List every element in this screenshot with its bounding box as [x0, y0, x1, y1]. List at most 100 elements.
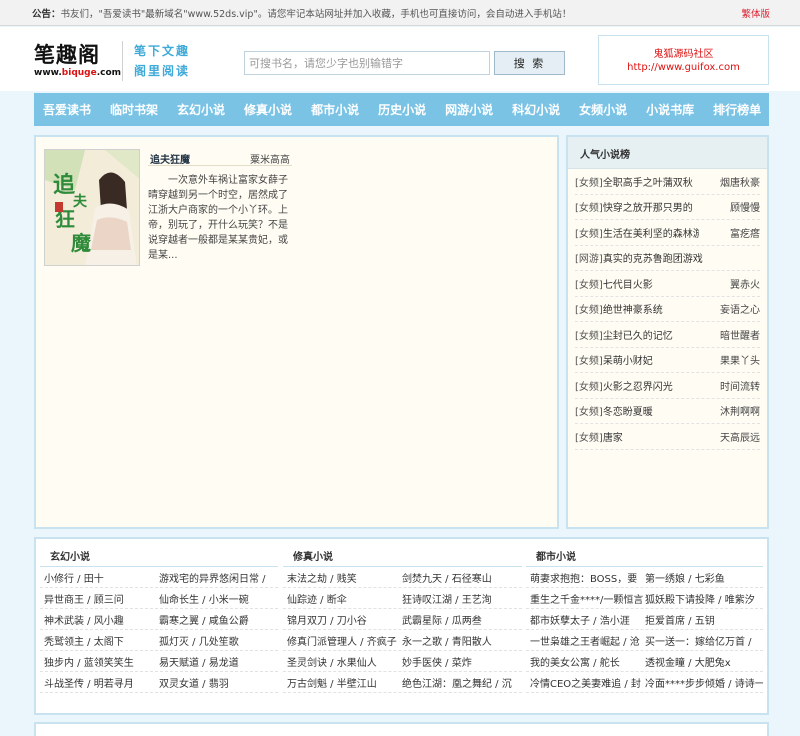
novel-link[interactable]: 独步内 / 蓝领笑笑生	[44, 654, 159, 669]
novel-link[interactable]: 仙踪迹 / 断伞	[287, 591, 402, 606]
novel-link[interactable]: 游戏宅的异界悠闲日常 /	[159, 570, 277, 585]
nav-item-female[interactable]: 女频小说	[579, 101, 627, 118]
novel-title-link[interactable]: 生活在美利坚的森林游侠	[603, 225, 699, 240]
nav-item-urban[interactable]: 都市小说	[311, 101, 359, 118]
novel-link[interactable]: 永一之歌 / 青阳散人	[402, 633, 520, 648]
novel-link[interactable]: 秃鹫领主 / 太阁下	[44, 633, 159, 648]
novel-link[interactable]: 神术武装 / 风小趣	[44, 612, 159, 627]
slogan-line: 阁里阅读	[134, 64, 191, 78]
category-column-urban: 都市小说 萌妻求抱抱：BOSS，要 第一绣娘 / 七彩鱼 重生之千金****/一颗…	[526, 539, 763, 713]
novel-title-link[interactable]: 绝世神豪系统	[603, 301, 699, 316]
list-item[interactable]: [女频] 全职高手之叶蒲双秋 烟唐秋豪	[575, 169, 760, 195]
novel-link[interactable]: 武霸星际 / 瓜两叁	[402, 612, 520, 627]
nav-item-fantasy[interactable]: 玄幻小说	[177, 101, 225, 118]
novel-link[interactable]: 斗战圣传 / 明若寻月	[44, 675, 159, 690]
novel-title-link[interactable]: 全职高手之叶蒲双秋	[603, 174, 699, 189]
author-name: 果果丫头	[720, 356, 760, 368]
table-row: 神术武装 / 风小趣 霸寒之翼 / 咸鱼公爵	[40, 609, 278, 630]
site-logo[interactable]: 笔趣阁	[34, 39, 100, 69]
novel-link[interactable]: 圣灵剑诀 / 水果仙人	[287, 654, 402, 669]
novel-link[interactable]: 异世商王 / 顾三问	[44, 591, 159, 606]
list-item[interactable]: [女频] 唐家 天高辰远	[575, 424, 760, 450]
novel-title-link[interactable]: 冬恋盼夏暖	[603, 403, 699, 418]
novel-link[interactable]: 透视金瞳 / 大肥兔x	[645, 654, 763, 669]
novel-link[interactable]: 双灵女道 / 翡羽	[159, 675, 277, 690]
novel-link[interactable]: 冷面****步步倾婚 / 诗诗一	[645, 675, 763, 690]
list-item[interactable]: [女频] 呆萌小财妃 果果丫头	[575, 348, 760, 373]
list-item[interactable]: [女频] 火影之忍界闪光 时间流转	[575, 373, 760, 399]
novel-link[interactable]: 萌妻求抱抱：BOSS，要	[530, 570, 645, 585]
nav-item-history[interactable]: 历史小说	[378, 101, 426, 118]
list-item[interactable]: [网游] 真实的克苏鲁跑团游戏	[575, 246, 760, 271]
domain-highlight: biquge	[61, 68, 97, 78]
list-item[interactable]: [女频] 七代目火影 翼赤火	[575, 271, 760, 297]
author-name: 富疙瘩	[730, 228, 760, 240]
category-title[interactable]: 都市小说	[526, 539, 763, 567]
nav-item-scifi[interactable]: 科幻小说	[512, 101, 560, 118]
category-section: 玄幻小说 小修行 / 田十 游戏宅的异界悠闲日常 / 异世商王 / 顾三问 仙命长生…	[34, 537, 769, 715]
novel-link[interactable]: 妙手医侠 / 菜炸	[402, 654, 520, 669]
novel-link[interactable]: 拒爱首席 / 五钥	[645, 612, 763, 627]
table-row: 锦月双刀 / 刀小谷 武霸星际 / 瓜两叁	[283, 609, 522, 630]
genre-tag: [女频]	[575, 381, 603, 393]
traditional-chinese-link[interactable]: 繁体版	[741, 6, 770, 20]
list-item[interactable]: [女频]生活在美利坚的森林游侠 富疙瘩	[575, 220, 760, 246]
novel-link[interactable]: 霸寒之翼 / 咸鱼公爵	[159, 612, 277, 627]
ranking-title: 人气小说榜	[568, 137, 767, 169]
novel-link[interactable]: 狐妖殿下请投降 / 唯紫汐	[645, 591, 763, 606]
table-row: 萌妻求抱抱：BOSS，要 第一绣娘 / 七彩鱼	[526, 567, 763, 588]
novel-link[interactable]: 重生之千金****/一颗恒言	[530, 591, 645, 606]
novel-link[interactable]: 一世枭雄之王者崛起 / 沧	[530, 633, 645, 648]
nav-item-bookshelf[interactable]: 临时书架	[110, 101, 158, 118]
list-item[interactable]: [女频] 尘封已久的记忆 暗世醒者	[575, 322, 760, 348]
ad-url: http://www.guifox.com	[627, 62, 740, 73]
novel-title-link[interactable]: 火影之忍界闪光	[603, 378, 699, 393]
novel-link[interactable]: 孤灯灭 / 几处笙歌	[159, 633, 277, 648]
novel-title-link[interactable]: 尘封已久的记忆	[603, 327, 699, 342]
novel-link[interactable]: 买一送一：嫁给亿万首 /	[645, 633, 763, 648]
novel-link[interactable]: 绝色江湖：凰之舞纪 / 沉	[402, 675, 520, 690]
ad-box[interactable]: 鬼狐源码社区 http://www.guifox.com	[598, 35, 769, 85]
novel-link[interactable]: 万古剑魁 / 半壁江山	[287, 675, 402, 690]
novel-link[interactable]: 小修行 / 田十	[44, 570, 159, 585]
search-button[interactable]: 搜 索	[494, 51, 565, 75]
novel-title-link[interactable]: 快穿之放开那只男的	[603, 199, 699, 214]
nav-item-library[interactable]: 小说书库	[646, 101, 694, 118]
novel-title-link[interactable]: 真实的克苏鲁跑团游戏	[603, 250, 703, 265]
logo-divider	[122, 41, 123, 81]
list-item[interactable]: [女频] 绝世神豪系统 妄语之心	[575, 297, 760, 322]
announcement-label: 公告：	[32, 9, 61, 20]
novel-link[interactable]: 狂诗叹江湖 / 王艺洵	[402, 591, 520, 606]
domain-part: .com	[96, 68, 122, 78]
category-title[interactable]: 修真小说	[283, 539, 522, 567]
table-row: 斗战圣传 / 明若寻月 双灵女道 / 翡羽	[40, 672, 278, 693]
book-cover-image[interactable]: 追 夫 狂 魔	[44, 149, 140, 266]
novel-link[interactable]: 冷情CEO之美妻难追 / 封	[530, 675, 645, 690]
genre-tag: [女频]	[575, 432, 603, 444]
novel-title-link[interactable]: 唐家	[603, 429, 699, 444]
nav-item-xiuzhen[interactable]: 修真小说	[244, 101, 292, 118]
nav-item-ranking[interactable]: 排行榜单	[713, 101, 761, 118]
table-row: 都市妖孽太子 / 浩小涯 拒爱首席 / 五钥	[526, 609, 763, 630]
novel-link[interactable]: 修真门派管理人 / 齐疯子	[287, 633, 402, 648]
search-input[interactable]	[244, 51, 490, 75]
list-item[interactable]: [女频] 冬恋盼夏暖 沐荆啊啊	[575, 399, 760, 424]
novel-link[interactable]: 都市妖孽太子 / 浩小涯	[530, 612, 645, 627]
novel-link[interactable]: 末法之劫 / 贱笑	[287, 570, 402, 585]
category-title[interactable]: 玄幻小说	[40, 539, 278, 567]
nav-item-home[interactable]: 吾爱读书	[43, 101, 91, 118]
novel-link[interactable]: 易天赋道 / 易龙道	[159, 654, 277, 669]
book-title[interactable]: 追夫狂魔	[150, 151, 190, 166]
novel-link[interactable]: 锦月双刀 / 刀小谷	[287, 612, 402, 627]
nav-item-online-game[interactable]: 网游小说	[445, 101, 493, 118]
author-name: 暗世醒者	[720, 330, 760, 342]
table-row: 小修行 / 田十 游戏宅的异界悠闲日常 /	[40, 567, 278, 588]
novel-link[interactable]: 我的美女公寓 / 舵长	[530, 654, 645, 669]
novel-title-link[interactable]: 呆萌小财妃	[603, 352, 699, 367]
novel-link[interactable]: 仙命长生 / 小米一碗	[159, 591, 277, 606]
list-item[interactable]: [女频] 快穿之放开那只男的 顾慢慢	[575, 195, 760, 220]
novel-link[interactable]: 剑焚九天 / 石径寒山	[402, 570, 520, 585]
novel-title-link[interactable]: 七代目火影	[603, 276, 699, 291]
genre-tag: [女频]	[575, 228, 603, 240]
novel-link[interactable]: 第一绣娘 / 七彩鱼	[645, 570, 763, 585]
